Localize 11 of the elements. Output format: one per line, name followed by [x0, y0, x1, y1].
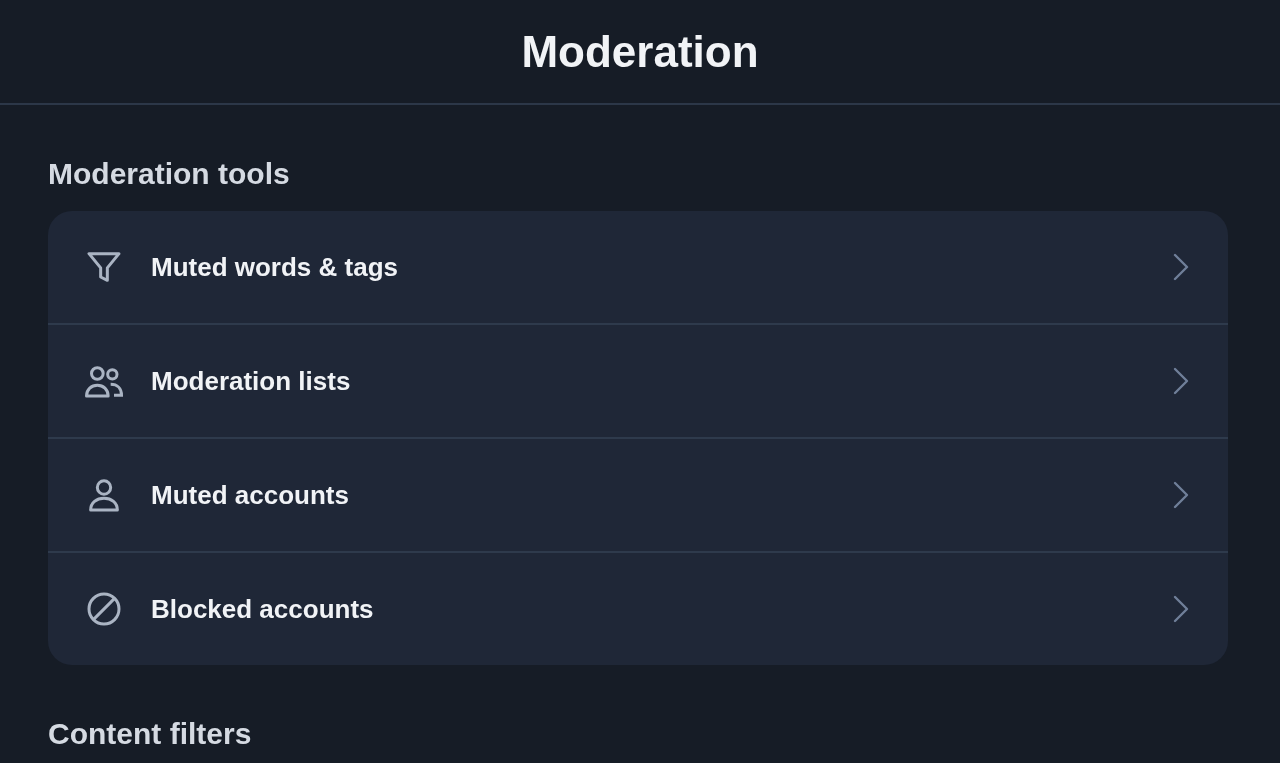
menu-item[interactable]: Muted words & tags — [48, 211, 1228, 323]
section-title: Moderation tools — [48, 157, 291, 191]
menu-item[interactable]: Moderation lists — [48, 323, 1228, 437]
menu-item[interactable]: Blocked accounts — [48, 551, 1228, 665]
item-label: Muted accounts — [151, 479, 350, 511]
item-label: Moderation lists — [151, 365, 352, 397]
item-label: Muted words & tags — [151, 251, 399, 283]
section-title: Content filters — [48, 717, 253, 751]
page-title: Moderation — [521, 26, 759, 77]
item-label: Blocked accounts — [151, 593, 375, 625]
menu-item[interactable]: Muted accounts — [48, 437, 1228, 551]
